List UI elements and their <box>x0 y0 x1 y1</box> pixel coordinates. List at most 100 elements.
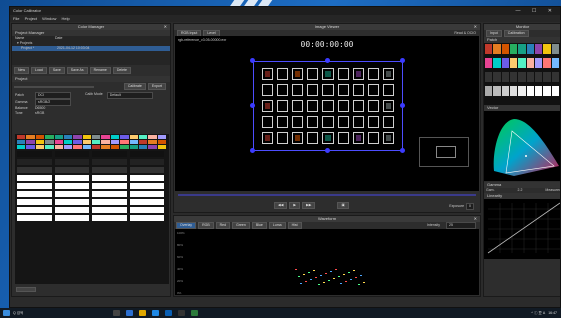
collapse-button[interactable] <box>16 287 36 292</box>
mail-icon[interactable] <box>165 310 172 316</box>
monitor-header: Monitor <box>484 24 560 30</box>
tab-blue[interactable]: Blue <box>251 222 267 229</box>
chart-patch <box>307 84 319 96</box>
image-canvas[interactable]: rgb-reference_v3.05-00000.exr 00:00:00:0… <box>175 36 479 191</box>
waveform-trace-mark <box>335 269 337 270</box>
chart-edge-handle[interactable] <box>325 58 330 63</box>
play-icon[interactable]: ▶ <box>289 202 301 209</box>
chart-patch <box>337 84 349 96</box>
calibration-chart[interactable] <box>253 61 403 151</box>
waveform-trace-mark <box>357 284 360 285</box>
waveform-trace-mark <box>302 274 305 275</box>
save-button[interactable]: Save <box>48 67 65 74</box>
gray-swatch-row <box>17 183 167 189</box>
chart-patch <box>292 132 304 144</box>
new-button[interactable]: New <box>14 67 30 74</box>
save-as-button[interactable]: Save As <box>66 67 88 74</box>
project-buttons: New Load Save Save As Rename Delete <box>12 65 170 76</box>
task-view-icon[interactable] <box>113 310 120 316</box>
load-button[interactable]: Load <box>31 67 47 74</box>
chart-patch <box>262 132 274 144</box>
gray-swatch-row <box>17 175 167 181</box>
chart-corner-handle[interactable] <box>250 58 255 63</box>
gray-swatch-row <box>17 167 167 173</box>
project-list-space <box>12 51 170 65</box>
tab-hist[interactable]: Hist <box>287 222 302 229</box>
project-name-field[interactable] <box>14 85 94 88</box>
exposure-control: Exposure 0 <box>449 203 474 210</box>
tab-overlay[interactable]: Overlay <box>176 222 197 229</box>
navigator-thumbnail[interactable] <box>419 137 469 167</box>
monitor-tabs: Input Calibration <box>484 30 560 37</box>
chart-corner-handle[interactable] <box>400 58 405 63</box>
tab-input[interactable]: Input <box>486 30 502 37</box>
waveform-trace-mark <box>295 269 297 270</box>
ocio-label[interactable]: Read & OCIO <box>454 31 476 36</box>
menu-window[interactable]: Window <box>42 16 56 21</box>
windows-start-icon[interactable] <box>3 310 10 316</box>
color-calibrator-taskbar-icon[interactable] <box>191 310 198 316</box>
chart-patch <box>382 132 394 144</box>
rename-button[interactable]: Rename <box>89 67 111 74</box>
vectorscope <box>484 111 560 181</box>
intensity-field[interactable]: 25 <box>446 222 476 229</box>
timeline-scrubber[interactable] <box>178 194 476 196</box>
gray-swatch-row <box>17 207 167 213</box>
chart-edge-handle[interactable] <box>325 148 330 153</box>
tab-luma[interactable]: Luma <box>268 222 286 229</box>
navigator-viewport[interactable] <box>436 146 456 158</box>
store-icon[interactable] <box>152 310 159 316</box>
timecode: 00:00:00:00 <box>300 40 354 49</box>
snapshot-icon[interactable]: ▣ <box>337 202 349 209</box>
chart-edge-handle[interactable] <box>250 103 255 108</box>
playback-controls: ◀◀ ▶ ▶▶ ▣ <box>274 202 351 209</box>
chart-patch <box>367 100 379 112</box>
tab-rgb[interactable]: RGB <box>198 222 214 229</box>
delete-button[interactable]: Delete <box>112 67 131 74</box>
menu-file[interactable]: File <box>13 16 19 21</box>
menu-help[interactable]: Help <box>62 16 70 21</box>
menu-project[interactable]: Project <box>25 16 37 21</box>
step-back-icon[interactable]: ◀◀ <box>274 202 288 209</box>
file-explorer-icon[interactable] <box>139 310 146 316</box>
calibrate-button[interactable]: Calibrate <box>123 83 146 90</box>
monitor-swatch-row <box>485 86 560 96</box>
calib-mode-select[interactable]: Default <box>106 92 153 99</box>
taskbar-search[interactable]: Q 검색 <box>13 311 53 316</box>
chart-patch <box>367 116 379 128</box>
window-titlebar[interactable]: Color Calibrator — ☐ ✕ <box>10 7 560 15</box>
chart-patch <box>367 132 379 144</box>
waveform-trace-mark <box>320 275 322 276</box>
linearity-plot <box>487 202 560 254</box>
waveform-trace <box>295 269 365 287</box>
tab-green[interactable]: Green <box>232 222 250 229</box>
waveform-scope: 100% 80% 60% 40% 20% 0% <box>175 229 479 295</box>
chart-corner-handle[interactable] <box>400 148 405 153</box>
waveform-trace-mark <box>312 270 315 271</box>
window-controls[interactable]: — ☐ ✕ <box>516 7 557 15</box>
chart-corner-handle[interactable] <box>250 148 255 153</box>
chart-patch <box>337 116 349 128</box>
waveform-trace-mark <box>360 275 362 276</box>
tab-calibration[interactable]: Calibration <box>503 30 529 37</box>
tab-red[interactable]: Red <box>215 222 231 229</box>
waveform-trace-mark <box>330 271 332 272</box>
chart-edge-handle[interactable] <box>400 103 405 108</box>
linearity-graph <box>484 199 560 259</box>
waveform-panel: Waveform ✕ Overlay RGB Red Green Blue Lum… <box>173 215 481 297</box>
step-forward-icon[interactable]: ▶▶ <box>302 202 316 209</box>
waveform-trace-mark <box>332 278 335 279</box>
gray-swatch-row <box>17 159 167 165</box>
waveform-trace-mark <box>355 277 357 278</box>
system-tray[interactable]: ^ ⓘ 豆 A <box>531 311 545 316</box>
clock[interactable]: 16:47 <box>548 311 557 316</box>
chart-patch <box>352 132 364 144</box>
edge-icon[interactable] <box>126 310 133 316</box>
close-icon[interactable]: ✕ <box>164 24 167 30</box>
app-icon[interactable] <box>178 310 185 316</box>
waveform-trace-mark <box>297 276 300 277</box>
waveform-trace-mark <box>352 270 355 271</box>
export-button[interactable]: Export <box>147 83 166 90</box>
color-swatch-row <box>17 145 167 149</box>
exposure-field[interactable]: 0 <box>466 203 474 210</box>
